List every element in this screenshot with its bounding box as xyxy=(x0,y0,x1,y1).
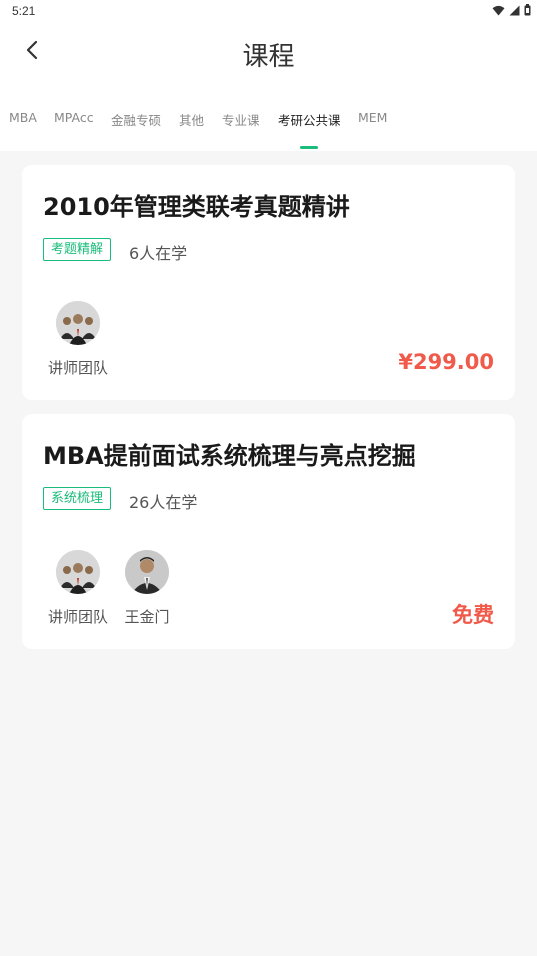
wifi-icon xyxy=(492,5,505,15)
tab-mem[interactable]: MEM xyxy=(358,110,387,125)
signal-icon xyxy=(509,5,520,15)
course-card[interactable]: 2010年管理类联考真题精讲 考题精解 6人在学 讲师团队 ¥299.00 xyxy=(22,165,515,400)
course-price: ¥299.00 xyxy=(398,350,494,374)
teacher-item[interactable]: 讲师团队 xyxy=(45,550,111,627)
teacher-name: 讲师团队 xyxy=(47,359,108,377)
team-avatar-icon xyxy=(56,550,100,594)
tab-major-course[interactable]: 专业课 xyxy=(222,110,260,129)
course-title: MBA提前面试系统梳理与亮点挖掘 xyxy=(43,442,416,470)
tab-other[interactable]: 其他 xyxy=(179,110,204,129)
learner-count: 26人在学 xyxy=(129,493,198,512)
battery-icon xyxy=(524,4,531,16)
course-tag: 系统梳理 xyxy=(43,487,112,510)
status-icons xyxy=(492,4,531,16)
learner-count: 6人在学 xyxy=(129,244,188,263)
status-time: 5:21 xyxy=(12,4,36,18)
teacher-name: 王金门 xyxy=(124,608,170,626)
page-title: 课程 xyxy=(242,42,295,72)
category-tabs: MBA MPAcc 金融专硕 其他 专业课 考研公共课 MEM xyxy=(0,108,537,149)
team-avatar-icon xyxy=(56,301,100,345)
active-tab-indicator xyxy=(300,146,318,149)
course-title: 2010年管理类联考真题精讲 xyxy=(43,193,350,221)
tab-mba[interactable]: MBA xyxy=(9,110,37,125)
teacher-item[interactable]: 王金门 xyxy=(114,550,180,627)
course-card[interactable]: MBA提前面试系统梳理与亮点挖掘 系统梳理 26人在学 讲师团队 王金门 免费 xyxy=(22,414,515,649)
teacher-name: 讲师团队 xyxy=(47,608,108,626)
tab-finance[interactable]: 金融专硕 xyxy=(111,110,161,129)
tab-mpacc[interactable]: MPAcc xyxy=(54,110,94,125)
teacher-item[interactable]: 讲师团队 xyxy=(45,301,111,378)
person-avatar-icon xyxy=(125,550,169,594)
course-tag: 考题精解 xyxy=(43,238,112,261)
course-price: 免费 xyxy=(452,603,494,627)
tab-public-course[interactable]: 考研公共课 xyxy=(278,110,341,129)
status-bar: 5:21 xyxy=(0,0,537,22)
header-area: 5:21 课程 MBA MPAcc 金融专硕 其他 专业课 考研公共课 MEM xyxy=(0,0,537,151)
